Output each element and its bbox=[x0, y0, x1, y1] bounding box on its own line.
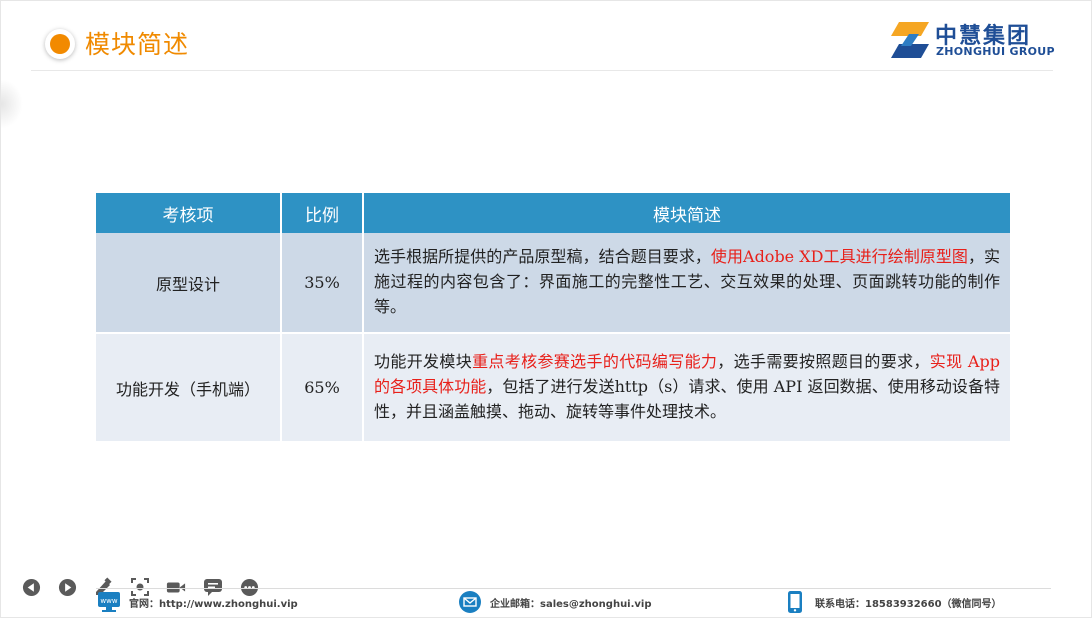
row-item-name: 功能开发（手机端） bbox=[96, 333, 282, 441]
website-text: 官网：http://www.zhonghui.vip bbox=[129, 598, 298, 610]
footer-website: www 官网：http://www.zhonghui.vip bbox=[97, 589, 298, 615]
description-text: 选手根据所提供的产品原型稿，结合题目要求， bbox=[374, 247, 711, 266]
title-bullet-icon bbox=[45, 29, 75, 59]
website-icon: www bbox=[97, 590, 121, 614]
description-text: 功能开发模块 bbox=[374, 352, 473, 371]
slide: 模块简述 中慧集团 ZHONGHUI GROUP 考核项 比例 模块简述 原型设… bbox=[0, 0, 1092, 618]
phone-text: 联系电话：18583932660（微信同号） bbox=[815, 598, 1002, 610]
table-row: 功能开发（手机端） 65% 功能开发模块重点考核参赛选手的代码编写能力，选手需要… bbox=[96, 333, 1010, 441]
corner-shadow bbox=[1, 79, 23, 129]
page-title: 模块简述 bbox=[85, 30, 190, 59]
assessment-table: 考核项 比例 模块简述 原型设计 35% 选手根据所提供的产品原型稿，结合题目要… bbox=[96, 193, 1010, 441]
footer-email: 企业邮箱：sales@zhonghui.vip bbox=[458, 589, 652, 615]
column-header-ratio: 比例 bbox=[281, 193, 364, 233]
header-divider bbox=[31, 70, 1053, 71]
table-header-row: 考核项 比例 模块简述 bbox=[96, 193, 1010, 233]
phone-icon bbox=[783, 590, 807, 614]
company-logo: 中慧集团 ZHONGHUI GROUP bbox=[887, 17, 1055, 63]
description-text: ，选手需要按照题目的要求， bbox=[717, 352, 930, 371]
logo-mark-icon bbox=[891, 22, 929, 58]
description-highlight: 使用Adobe XD工具进行绘制原型图 bbox=[710, 247, 968, 266]
row-item-name: 原型设计 bbox=[96, 233, 282, 334]
column-header-description: 模块简述 bbox=[363, 193, 1010, 233]
table-row: 原型设计 35% 选手根据所提供的产品原型稿，结合题目要求，使用Adobe XD… bbox=[96, 233, 1010, 334]
column-header-item: 考核项 bbox=[96, 193, 282, 233]
email-text: 企业邮箱：sales@zhonghui.vip bbox=[490, 598, 652, 610]
description-highlight: 重点考核参赛选手的代码编写能力 bbox=[472, 352, 718, 371]
row-ratio: 35% bbox=[281, 233, 364, 334]
row-description: 选手根据所提供的产品原型稿，结合题目要求，使用Adobe XD工具进行绘制原型图… bbox=[363, 233, 1010, 334]
logo-name-en: ZHONGHUI GROUP bbox=[936, 45, 1055, 58]
row-ratio: 65% bbox=[281, 333, 364, 441]
footer-phone: 联系电话：18583932660（微信同号） bbox=[783, 589, 1002, 615]
prev-icon[interactable] bbox=[21, 577, 41, 597]
email-icon bbox=[458, 590, 482, 614]
website-icon-text: www bbox=[100, 597, 117, 605]
next-icon[interactable] bbox=[57, 577, 77, 597]
row-description: 功能开发模块重点考核参赛选手的代码编写能力，选手需要按照题目的要求，实现 App… bbox=[363, 333, 1010, 441]
